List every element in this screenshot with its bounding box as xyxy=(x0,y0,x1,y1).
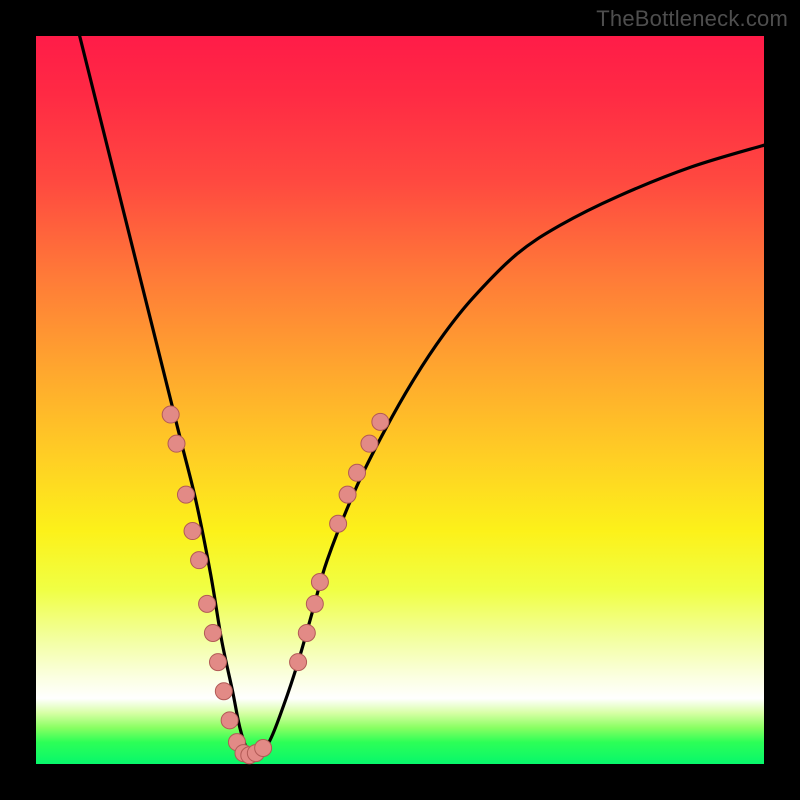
curve-marker xyxy=(255,739,272,756)
curve-markers xyxy=(162,406,389,764)
chart-frame: TheBottleneck.com xyxy=(0,0,800,800)
curve-marker xyxy=(311,574,328,591)
curve-marker xyxy=(191,552,208,569)
curve-marker xyxy=(361,435,378,452)
curve-marker xyxy=(290,654,307,671)
curve-marker xyxy=(199,595,216,612)
curve-marker xyxy=(298,624,315,641)
curve-marker xyxy=(349,464,366,481)
curve-marker xyxy=(168,435,185,452)
curve-marker xyxy=(221,712,238,729)
curve-marker xyxy=(330,515,347,532)
curve-marker xyxy=(339,486,356,503)
curve-marker xyxy=(184,523,201,540)
attribution-label: TheBottleneck.com xyxy=(596,6,788,32)
curve-svg xyxy=(36,36,764,764)
curve-marker xyxy=(204,624,221,641)
curve-marker xyxy=(306,595,323,612)
plot-area xyxy=(36,36,764,764)
bottleneck-curve xyxy=(80,36,764,757)
curve-marker xyxy=(177,486,194,503)
curve-marker xyxy=(215,683,232,700)
curve-marker xyxy=(210,654,227,671)
curve-marker xyxy=(372,413,389,430)
curve-marker xyxy=(162,406,179,423)
